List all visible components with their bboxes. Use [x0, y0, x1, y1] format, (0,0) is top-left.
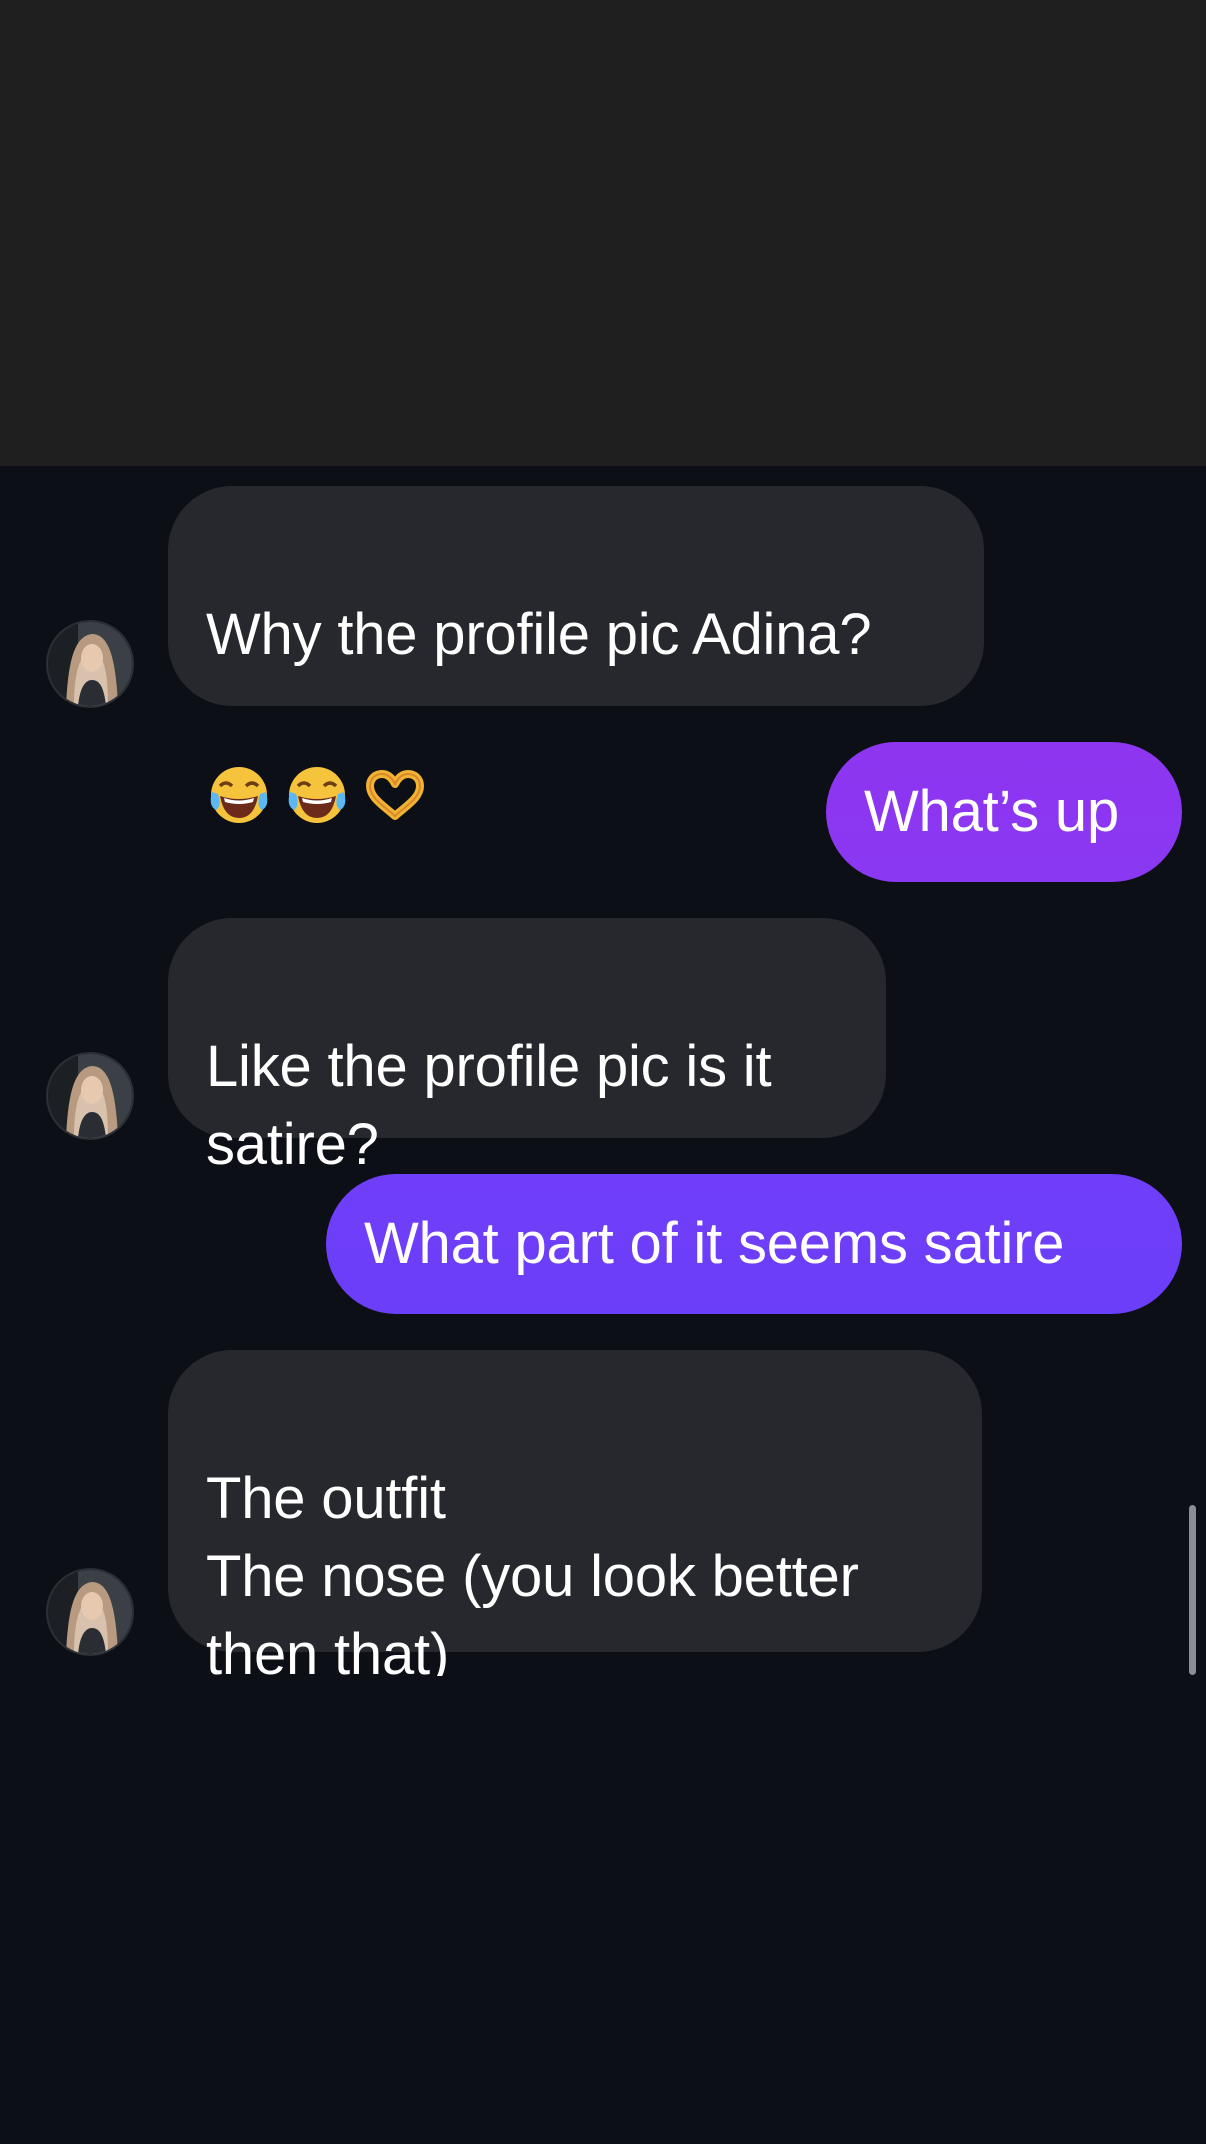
incoming-message-bubble[interactable]: The outfit The nose (you look better the… [168, 1350, 982, 1687]
message-text: What’s up [864, 779, 1120, 844]
outgoing-message-bubble[interactable]: What part of it seems satire [326, 1174, 1182, 1314]
face-with-tears-of-joy-emoji [288, 766, 346, 823]
incoming-message-bubble[interactable]: Like the profile pic is it satire? [168, 918, 886, 1177]
bottom-empty-area [0, 1676, 1206, 2144]
outgoing-message-bubble[interactable]: What’s up [826, 742, 1182, 882]
message-text: Why the profile pic Adina? [206, 602, 872, 667]
contact-avatar[interactable] [48, 1054, 132, 1138]
contact-avatar[interactable] [48, 622, 132, 706]
avatar-photo-icon [48, 1570, 132, 1654]
scrollbar-thumb[interactable] [1189, 1505, 1196, 1675]
header-area [0, 0, 1206, 466]
face-with-tears-of-joy-emoji [210, 766, 268, 823]
emoji-row [206, 674, 946, 823]
avatar-photo-icon [48, 1054, 132, 1138]
incoming-message-bubble[interactable]: Why the profile pic Adina? [168, 486, 984, 823]
heart-hands-emoji [366, 769, 424, 820]
contact-avatar[interactable] [48, 1570, 132, 1654]
message-text: What part of it seems satire [364, 1211, 1065, 1276]
avatar-photo-icon [48, 622, 132, 706]
